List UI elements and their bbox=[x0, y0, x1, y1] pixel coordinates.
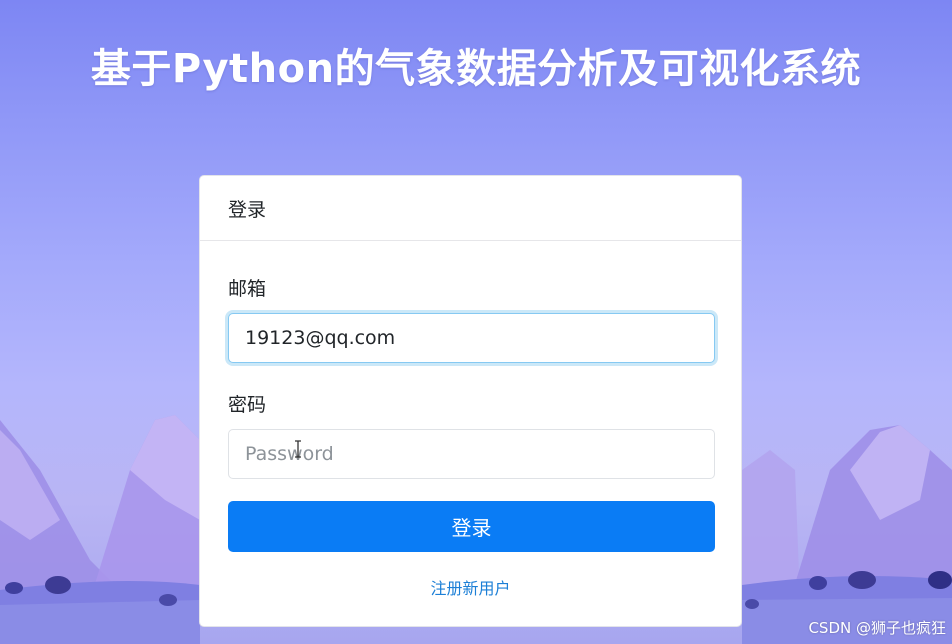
csdn-watermark: CSDN @狮子也疯狂 bbox=[808, 619, 946, 637]
login-page: 基于Python的气象数据分析及可视化系统 登录 邮箱 密码 登录 注册新用户 … bbox=[0, 0, 952, 644]
register-new-user-link[interactable]: 注册新用户 bbox=[200, 575, 741, 599]
i-beam-cursor-icon bbox=[295, 440, 301, 458]
login-card-header: 登录 bbox=[200, 176, 741, 241]
email-label: 邮箱 bbox=[228, 278, 267, 300]
page-title: 基于Python的气象数据分析及可视化系统 bbox=[90, 46, 862, 92]
password-label: 密码 bbox=[228, 394, 267, 416]
login-button[interactable]: 登录 bbox=[228, 501, 715, 552]
login-card: 登录 邮箱 密码 登录 注册新用户 bbox=[199, 175, 742, 627]
email-field[interactable] bbox=[228, 313, 715, 363]
